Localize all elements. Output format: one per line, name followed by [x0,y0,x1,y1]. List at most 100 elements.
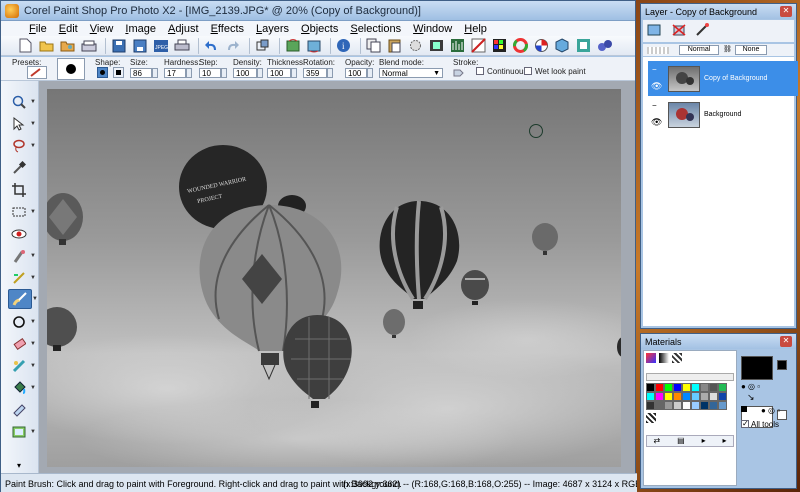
more-tools-icon[interactable]: ▾ [10,461,28,470]
blend-mode-select[interactable]: Normal ▼ [379,68,443,78]
canvas-area[interactable]: WOUNDED WARRIOR PROJECT [39,81,635,473]
lasso-tool[interactable]: ▼ [10,137,36,155]
materials-panel-titlebar[interactable]: Materials ✕ [641,334,796,349]
layers-icon[interactable] [575,37,592,54]
pattern-icon[interactable]: ▤ [677,436,685,446]
hardness-field[interactable]: 17 [164,68,186,78]
swatch-grid[interactable] [646,383,734,411]
zoom-tool[interactable]: ▼ [10,93,36,111]
layer-row-background[interactable]: − 👁 Background [648,97,798,132]
step-spinner[interactable] [221,68,227,78]
more-icon[interactable]: ▸ [723,436,727,446]
visibility-eye-icon[interactable]: 👁 [651,81,662,92]
tab-gradient-icon[interactable] [659,353,669,363]
redo-icon[interactable] [224,37,241,54]
presets-dropdown[interactable] [27,66,47,79]
layer-group-select[interactable]: None [735,45,767,55]
color-replacer-tool[interactable]: ▼ [10,357,36,375]
pen-tool[interactable]: ▼ [10,423,36,441]
crop-to-selection-icon[interactable] [254,37,271,54]
size-field[interactable]: 86 [130,68,152,78]
menu-image[interactable]: Image [119,23,162,35]
flood-fill-tool[interactable]: ▼ [10,379,36,397]
pick-tool[interactable]: ▼ [10,115,36,133]
settings-icon[interactable] [407,37,424,54]
menu-adjust[interactable]: Adjust [162,23,205,35]
menu-edit[interactable]: Edit [53,23,84,35]
clone-tool[interactable]: ▼ [10,247,36,265]
selection-tool[interactable]: ▼ [10,203,36,221]
brush-tip-preview[interactable] [57,58,85,80]
thickness-spinner[interactable] [291,68,297,78]
paint-brush-tool[interactable]: ▼ [8,289,38,309]
tab-pattern-icon[interactable] [672,353,682,363]
all-tools-checkbox[interactable]: ✓ [741,420,749,428]
tab-frame-icon[interactable] [646,353,656,363]
save-as-icon[interactable] [131,37,148,54]
close-icon[interactable]: ✕ [780,6,792,17]
new-file-icon[interactable] [17,37,34,54]
print-icon[interactable] [173,37,190,54]
swap-icon[interactable]: ⇄ [653,436,660,446]
menu-layers[interactable]: Layers [250,23,295,35]
red-eye-tool[interactable] [10,225,28,243]
menu-view[interactable]: View [84,23,120,35]
continuous-checkbox[interactable] [476,67,484,75]
group-icon[interactable] [596,37,613,54]
size-spinner[interactable] [152,68,158,78]
new-layer-icon[interactable] [647,23,663,40]
rotate-icon[interactable] [284,37,301,54]
menu-effects[interactable]: Effects [205,23,250,35]
background-style-icons[interactable]: ● ◎ ▫ [761,406,780,415]
menu-window[interactable]: Window [407,23,458,35]
info-icon[interactable]: i [335,37,352,54]
crop-tool[interactable] [10,181,28,199]
levels-icon[interactable] [449,37,466,54]
dropper-tool[interactable] [10,159,28,177]
rotation-field[interactable]: 359 [303,68,327,78]
title-bar[interactable]: Corel Paint Shop Pro Photo X2 - [IMG_213… [1,1,635,21]
image-rotate-icon[interactable] [305,37,322,54]
red-eye-icon[interactable] [533,37,550,54]
density-field[interactable]: 100 [233,68,257,78]
link-icon[interactable]: ⛓ [723,45,733,55]
layer-properties-icon[interactable] [695,22,711,40]
picture-tube-tool[interactable] [10,401,28,419]
delete-layer-icon[interactable] [671,23,687,40]
collapse-icon[interactable]: − [652,101,657,110]
scratch-remover-tool[interactable]: ▼ [10,269,36,287]
link-icon[interactable]: ▸ [702,436,706,446]
color-balance-icon[interactable] [470,37,487,54]
shape-square-button[interactable] [113,67,124,78]
menu-help[interactable]: Help [458,23,493,35]
hue-icon[interactable] [491,37,508,54]
jpeg-save-icon[interactable]: JPEG [152,37,169,54]
paste-icon[interactable] [386,37,403,54]
layer-blend-select[interactable]: Normal [679,45,719,55]
scanner-icon[interactable] [80,37,97,54]
menu-file[interactable]: File [23,23,53,35]
layer-row-copy-of-background[interactable]: − 👁 Copy of Background [648,61,798,96]
open-folder-icon[interactable] [38,37,55,54]
layers-panel-titlebar[interactable]: Layer - Copy of Background ✕ [641,4,796,19]
visibility-eye-icon[interactable]: 👁 [651,117,662,128]
eraser-tool[interactable]: ▼ [10,335,36,353]
swap-colors-icon[interactable]: ↘ [747,392,755,403]
step-field[interactable]: 10 [199,68,221,78]
image-document[interactable]: WOUNDED WARRIOR PROJECT [47,89,621,467]
film-icon[interactable] [428,37,445,54]
opacity-slider[interactable] [647,46,669,54]
opacity-field[interactable]: 100 [345,68,367,78]
browse-icon[interactable] [59,37,76,54]
foreground-small-swatch[interactable] [777,360,787,370]
cube-icon[interactable] [554,37,571,54]
foreground-style-icons[interactable]: ● ◎ ▫ [741,382,760,391]
foreground-color-box[interactable] [741,356,773,380]
ellipse-tool[interactable]: ▼ [10,313,36,331]
hardness-spinner[interactable] [186,68,192,78]
undo-icon[interactable] [203,37,220,54]
close-icon[interactable]: ✕ [780,336,792,347]
copy-icon[interactable] [365,37,382,54]
wet-look-checkbox[interactable] [524,67,532,75]
save-icon[interactable] [110,37,127,54]
